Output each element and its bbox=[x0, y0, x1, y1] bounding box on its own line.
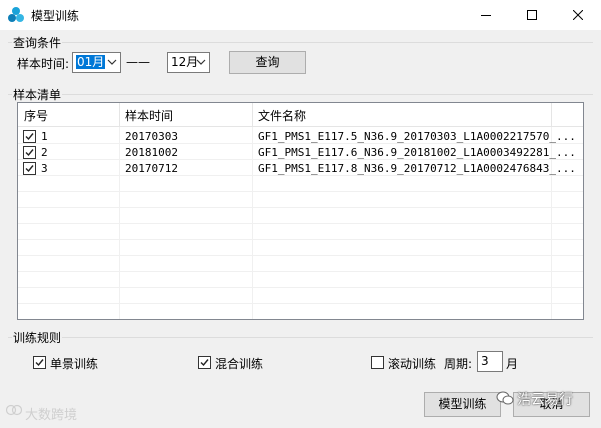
table-row[interactable]: 1 20170303 GF1_PMS1_E117.5_N36.9_2017030… bbox=[18, 129, 583, 144]
query-group-title: 查询条件 bbox=[12, 34, 63, 51]
row-index: 1 bbox=[41, 130, 48, 143]
table-row-empty bbox=[18, 177, 583, 192]
start-month-value: 01月 bbox=[76, 55, 106, 69]
period-input[interactable]: 3 bbox=[477, 351, 503, 372]
range-separator: —— bbox=[126, 55, 150, 69]
table-row-empty bbox=[18, 305, 583, 319]
row-file: GF1_PMS1_E117.8_N36.9_20170712_L1A000247… bbox=[258, 162, 576, 175]
column-header-index[interactable]: 序号 bbox=[24, 107, 48, 124]
train-model-button[interactable]: 模型训练 bbox=[424, 392, 501, 417]
model-training-window: 模型训练 查询条件 样本时间: 01月 —— 12月 查询 样本清单 序号 样本… bbox=[0, 0, 601, 428]
chevron-down-icon bbox=[107, 59, 117, 65]
checkmark-icon bbox=[200, 359, 209, 367]
maximize-icon bbox=[527, 10, 537, 20]
rule-group-title: 训练规则 bbox=[12, 329, 63, 346]
watermark-left: 大数跨境 bbox=[25, 408, 78, 423]
title-bar[interactable]: 模型训练 bbox=[0, 0, 601, 30]
start-month-select[interactable]: 01月 bbox=[72, 52, 121, 73]
row-checkbox[interactable] bbox=[23, 162, 36, 175]
table-row[interactable]: 2 20181002 GF1_PMS1_E117.6_N36.9_2018100… bbox=[18, 145, 583, 160]
row-index: 3 bbox=[41, 162, 48, 175]
row-checkbox[interactable] bbox=[23, 146, 36, 159]
row-time: 20181002 bbox=[125, 146, 178, 159]
rule-group-line bbox=[8, 337, 593, 338]
single-training-checkbox[interactable] bbox=[33, 356, 46, 369]
row-time: 20170303 bbox=[125, 130, 178, 143]
row-file: GF1_PMS1_E117.6_N36.9_20181002_L1A000349… bbox=[258, 146, 576, 159]
period-label: 周期: bbox=[444, 357, 473, 371]
close-button[interactable] bbox=[555, 0, 601, 30]
period-unit-label: 月 bbox=[506, 357, 519, 371]
end-month-value: 12月 bbox=[171, 55, 199, 69]
checkmark-icon bbox=[25, 165, 34, 173]
table-row-empty bbox=[18, 257, 583, 272]
maximize-button[interactable] bbox=[509, 0, 555, 30]
app-logo-icon bbox=[8, 7, 24, 22]
row-file: GF1_PMS1_E117.5_N36.9_20170303_L1A000221… bbox=[258, 130, 576, 143]
row-time: 20170712 bbox=[125, 162, 178, 175]
table-row-empty bbox=[18, 193, 583, 208]
column-header-time[interactable]: 样本时间 bbox=[125, 107, 173, 124]
sample-group-title: 样本清单 bbox=[12, 86, 63, 103]
window-title: 模型训练 bbox=[31, 9, 80, 23]
row-index: 2 bbox=[41, 146, 48, 159]
query-group-line bbox=[8, 42, 593, 43]
minimize-button[interactable] bbox=[463, 0, 509, 30]
sample-list-header: 序号 样本时间 文件名称 bbox=[18, 103, 583, 127]
table-row-empty bbox=[18, 241, 583, 256]
mixed-training-checkbox[interactable] bbox=[198, 356, 211, 369]
table-row[interactable]: 3 20170712 GF1_PMS1_E117.8_N36.9_2017071… bbox=[18, 161, 583, 176]
sample-list[interactable]: 序号 样本时间 文件名称 1 20170303 GF1_PMS1_E117.5_… bbox=[17, 102, 584, 320]
checkmark-icon bbox=[25, 133, 34, 141]
table-row-empty bbox=[18, 273, 583, 288]
chevron-down-icon bbox=[196, 59, 206, 65]
end-month-select[interactable]: 12月 bbox=[167, 52, 210, 73]
sample-group-line bbox=[8, 94, 593, 95]
rolling-training-checkbox[interactable] bbox=[371, 356, 384, 369]
table-row-empty bbox=[18, 225, 583, 240]
close-icon bbox=[573, 10, 583, 20]
row-checkbox[interactable] bbox=[23, 130, 36, 143]
rolling-training-label[interactable]: 滚动训练 bbox=[388, 355, 436, 372]
table-row-empty bbox=[18, 209, 583, 224]
checkmark-icon bbox=[35, 359, 44, 367]
checkmark-icon bbox=[25, 149, 34, 157]
mixed-training-label[interactable]: 混合训练 bbox=[215, 355, 263, 372]
minimize-icon bbox=[481, 15, 491, 16]
watermark-left-icon bbox=[6, 404, 22, 416]
single-training-label[interactable]: 单景训练 bbox=[50, 355, 98, 372]
query-button[interactable]: 查询 bbox=[229, 51, 306, 74]
watermark-right: 浩云易行 bbox=[517, 392, 573, 408]
sample-time-label: 样本时间: bbox=[17, 57, 70, 71]
column-header-file[interactable]: 文件名称 bbox=[258, 107, 306, 124]
wechat-icon bbox=[496, 391, 514, 405]
table-row-empty bbox=[18, 289, 583, 304]
